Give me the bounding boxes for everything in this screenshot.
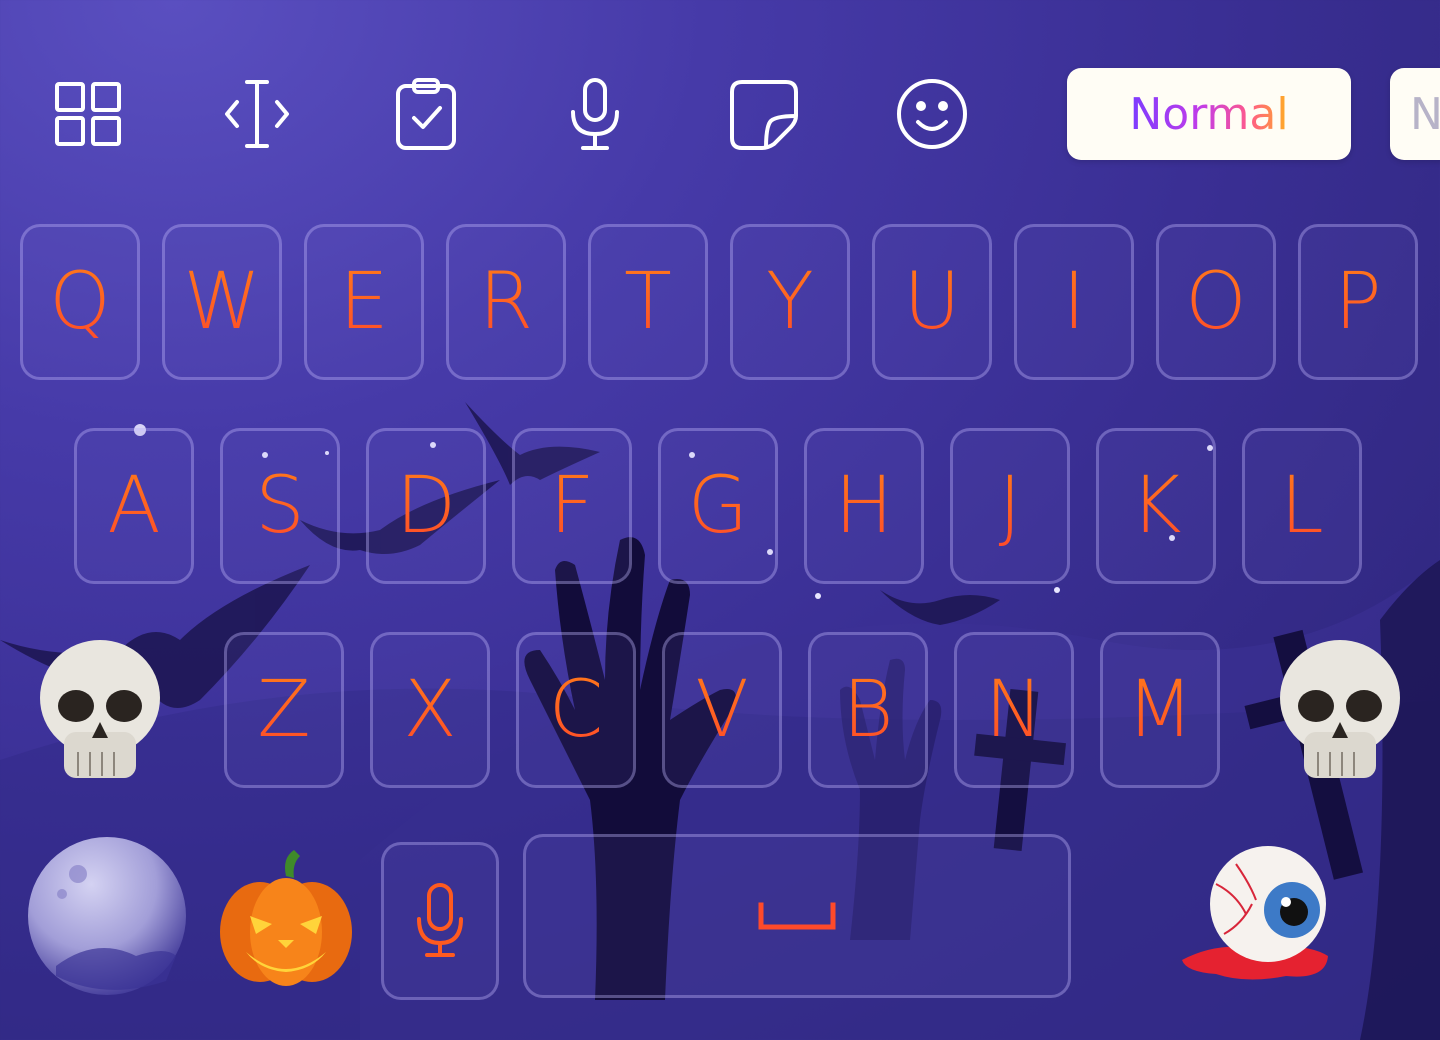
key-t[interactable]: T [588, 224, 708, 380]
key-i[interactable]: I [1014, 224, 1134, 380]
key-z[interactable]: Z [224, 632, 344, 788]
key-label: S [255, 461, 305, 551]
mode-next-button[interactable]: N [1390, 68, 1440, 160]
key-m[interactable]: M [1100, 632, 1220, 788]
key-o[interactable]: O [1156, 224, 1276, 380]
key-label: R [478, 257, 534, 347]
key-label: M [1126, 665, 1194, 755]
key-j[interactable]: J [950, 428, 1070, 584]
key-label: N [984, 665, 1044, 755]
cursor-move-icon[interactable] [219, 76, 295, 152]
key-f[interactable]: F [512, 428, 632, 584]
key-r[interactable]: R [446, 224, 566, 380]
key-h[interactable]: H [804, 428, 924, 584]
key-label: I [1062, 257, 1086, 347]
key-e[interactable]: E [304, 224, 424, 380]
key-label: A [107, 461, 161, 551]
microphone-icon [417, 883, 463, 957]
key-label: O [1185, 257, 1247, 347]
skull-icon[interactable] [34, 636, 166, 784]
key-label: E [339, 257, 389, 347]
key-label: V [695, 665, 749, 755]
key-label: P [1334, 257, 1382, 347]
mode-normal-label: Normal [1129, 88, 1289, 140]
key-l[interactable]: L [1242, 428, 1362, 584]
key-b[interactable]: B [808, 632, 928, 788]
key-label: H [834, 461, 894, 551]
key-label: Z [257, 665, 311, 755]
key-label: K [1130, 461, 1182, 551]
key-label: T [624, 257, 672, 347]
mode-next-label: N [1410, 88, 1440, 140]
key-label: J [998, 461, 1022, 551]
pumpkin-icon[interactable] [216, 848, 356, 988]
emoji-smile-icon[interactable] [894, 76, 970, 152]
key-label: C [548, 665, 604, 755]
key-s[interactable]: S [220, 428, 340, 584]
key-label: X [403, 665, 457, 755]
microphone-icon[interactable] [557, 76, 633, 152]
key-label: D [395, 461, 457, 551]
clipboard-icon[interactable] [388, 76, 464, 152]
key-u[interactable]: U [872, 224, 992, 380]
key-x[interactable]: X [370, 632, 490, 788]
key-y[interactable]: Y [730, 224, 850, 380]
key-label: W [183, 257, 261, 347]
key-v[interactable]: V [662, 632, 782, 788]
key-label: L [1280, 461, 1324, 551]
grid-icon[interactable] [51, 76, 127, 152]
key-p[interactable]: P [1298, 224, 1418, 380]
key-d[interactable]: D [366, 428, 486, 584]
key-label: B [842, 665, 894, 755]
skull-icon[interactable] [1274, 636, 1406, 784]
key-a[interactable]: A [74, 428, 194, 584]
key-g[interactable]: G [658, 428, 778, 584]
key-q[interactable]: Q [20, 224, 140, 380]
voice-input-key[interactable] [381, 842, 499, 1000]
key-label: F [549, 461, 595, 551]
key-label: Q [49, 257, 111, 347]
space-key[interactable] [523, 834, 1071, 998]
key-w[interactable]: W [162, 224, 282, 380]
key-label: U [903, 257, 961, 347]
sticker-icon[interactable] [726, 76, 802, 152]
key-label: Y [766, 257, 814, 347]
key-n[interactable]: N [954, 632, 1074, 788]
eyeball-icon[interactable] [1176, 844, 1332, 986]
key-label: G [687, 461, 749, 551]
key-k[interactable]: K [1096, 428, 1216, 584]
space-bar-icon [758, 902, 836, 930]
mode-normal-button[interactable]: Normal [1067, 68, 1351, 160]
moon-icon[interactable] [26, 836, 188, 996]
key-c[interactable]: C [516, 632, 636, 788]
